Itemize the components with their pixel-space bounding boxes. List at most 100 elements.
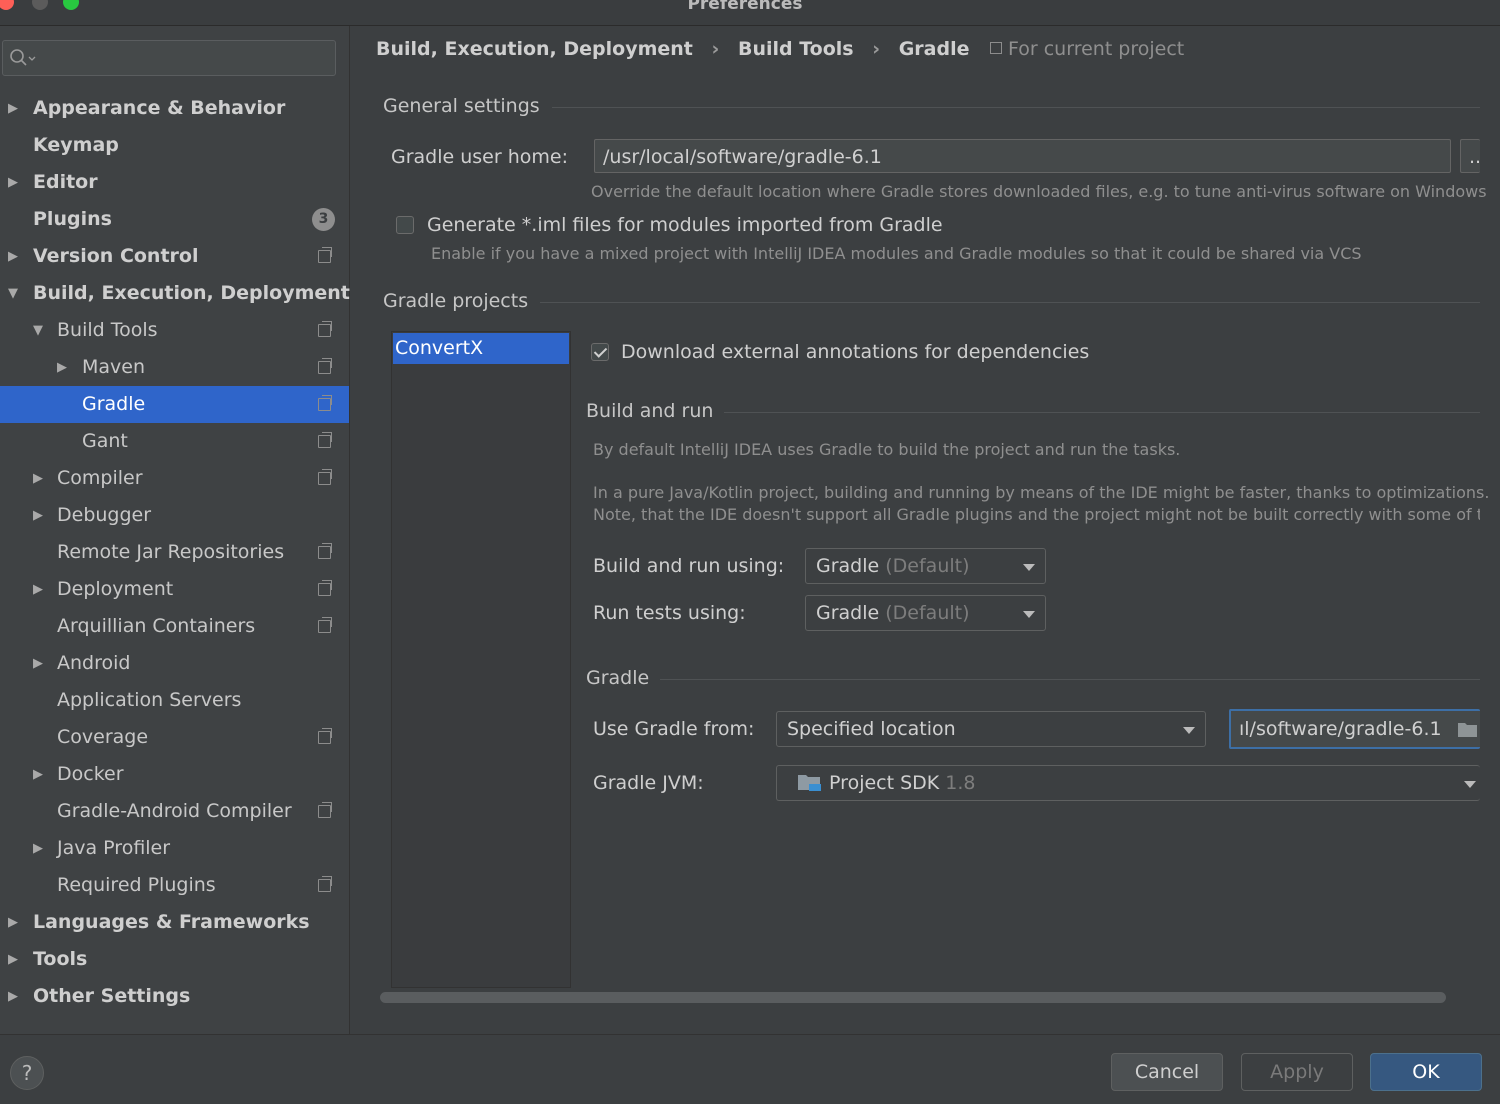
project-scope-icon xyxy=(318,321,332,337)
sidebar-item[interactable]: ▶ Maven xyxy=(0,349,349,386)
sidebar-item[interactable]: ▶ Docker xyxy=(0,756,349,793)
sidebar-item-label: Android xyxy=(57,652,131,674)
sidebar-item[interactable]: ▶ Debugger xyxy=(0,497,349,534)
sidebar-item[interactable]: ▶ Compiler xyxy=(0,460,349,497)
chevron-right-icon[interactable]: ▶ xyxy=(33,645,43,682)
sidebar-item-label: Deployment xyxy=(57,578,174,600)
general-settings-title: General settings xyxy=(383,95,540,117)
gradle-home-hint: Override the default location where Grad… xyxy=(591,182,1487,201)
breadcrumb-item: Gradle xyxy=(898,38,970,60)
sidebar-item[interactable]: Plugins 3 xyxy=(0,201,349,238)
download-annotations-label: Download external annotations for depend… xyxy=(621,341,1090,363)
sidebar-item-label: Debugger xyxy=(57,504,152,526)
chevron-down-icon[interactable]: ▼ xyxy=(8,275,18,312)
cancel-button[interactable]: Cancel xyxy=(1111,1053,1223,1091)
sidebar-item[interactable]: ▶ Android xyxy=(0,645,349,682)
chevron-right-icon[interactable]: ▶ xyxy=(33,571,43,608)
build-run-using-value: Gradle xyxy=(816,555,880,577)
chevron-right-icon[interactable]: ▶ xyxy=(33,756,43,793)
ok-button[interactable]: OK xyxy=(1370,1053,1482,1091)
sidebar-item[interactable]: ▶ Tools xyxy=(0,941,349,978)
project-scope-icon xyxy=(990,42,1002,54)
sidebar-item-label: Tools xyxy=(33,948,88,970)
sidebar-item[interactable]: Keymap xyxy=(0,127,349,164)
sidebar-item-label: Remote Jar Repositories xyxy=(57,541,285,563)
sidebar-item[interactable]: ▶ Other Settings xyxy=(0,978,349,1015)
sidebar-item[interactable]: ▶ Appearance & Behavior xyxy=(0,90,349,127)
sidebar-item[interactable]: ▶ Version Control xyxy=(0,238,349,275)
sidebar-item[interactable]: Gant xyxy=(0,423,349,460)
project-scope-icon xyxy=(318,876,332,892)
build-run-hint-clip: Note, that the IDE doesn't support all G… xyxy=(593,505,1480,529)
sidebar-item-label: Version Control xyxy=(33,245,199,267)
download-annotations-checkbox[interactable] xyxy=(591,343,609,361)
update-count-badge: 3 xyxy=(312,208,335,231)
folder-icon[interactable] xyxy=(1457,720,1479,738)
sidebar-item[interactable]: Required Plugins xyxy=(0,867,349,904)
sidebar-item-label: Gradle xyxy=(82,393,146,415)
breadcrumb-separator: › xyxy=(872,38,881,60)
build-run-hint: In a pure Java/Kotlin project, building … xyxy=(593,483,1490,502)
sidebar-item[interactable]: Arquillian Containers xyxy=(0,608,349,645)
project-scope-icon xyxy=(318,802,332,818)
chevron-right-icon[interactable]: ▶ xyxy=(33,830,43,867)
chevron-right-icon[interactable]: ▶ xyxy=(8,904,18,941)
project-scope-icon xyxy=(318,358,332,374)
horizontal-scrollbar[interactable] xyxy=(380,992,1446,1003)
gradle-jvm-label: Gradle JVM: xyxy=(593,772,704,794)
chevron-right-icon[interactable]: ▶ xyxy=(33,497,43,534)
default-suffix: (Default) xyxy=(885,602,970,624)
chevron-right-icon[interactable]: ▶ xyxy=(8,941,18,978)
search-icon xyxy=(10,49,36,66)
breadcrumb-item[interactable]: Build Tools xyxy=(738,38,854,60)
run-tests-using-value: Gradle xyxy=(816,602,880,624)
breadcrumb-separator: › xyxy=(711,38,720,60)
build-run-using-label: Build and run using: xyxy=(593,555,785,577)
chevron-right-icon[interactable]: ▶ xyxy=(8,238,18,275)
sidebar-item[interactable]: ▶ Languages & Frameworks xyxy=(0,904,349,941)
help-button[interactable]: ? xyxy=(10,1056,44,1090)
chevron-right-icon[interactable]: ▶ xyxy=(33,460,43,497)
sidebar-item[interactable]: Coverage xyxy=(0,719,349,756)
sidebar-item[interactable]: ▼ Build Tools xyxy=(0,312,349,349)
sidebar-item-label: Keymap xyxy=(33,134,119,156)
sidebar-item[interactable]: ▶ Editor xyxy=(0,164,349,201)
sidebar-item[interactable]: ▼ Build, Execution, Deployment xyxy=(0,275,350,312)
section-divider xyxy=(552,107,1480,108)
sidebar-item-label: Editor xyxy=(33,171,98,193)
sidebar-item[interactable]: ▶ Deployment xyxy=(0,571,349,608)
build-and-run-title: Build and run xyxy=(586,400,714,422)
sidebar-item[interactable]: ▶ Java Profiler xyxy=(0,830,349,867)
chevron-right-icon[interactable]: ▶ xyxy=(57,349,67,386)
sidebar-item-label: Plugins xyxy=(33,208,112,230)
build-run-hint: Note, that the IDE doesn't support all G… xyxy=(593,505,1480,524)
project-scope-icon xyxy=(318,543,332,559)
generate-iml-hint: Enable if you have a mixed project with … xyxy=(431,244,1362,263)
gradle-user-home-label: Gradle user home: xyxy=(391,146,568,168)
settings-search-input[interactable] xyxy=(2,40,336,76)
use-gradle-from-label: Use Gradle from: xyxy=(593,718,755,740)
sidebar-item[interactable]: Remote Jar Repositories xyxy=(0,534,349,571)
gradle-jvm-select[interactable]: Project SDK 1.8 xyxy=(776,765,1480,801)
sdk-folder-icon xyxy=(798,775,821,791)
scope-label: For current project xyxy=(990,38,1184,60)
sidebar-item[interactable]: Gradle-Android Compiler xyxy=(0,793,349,830)
apply-button[interactable]: Apply xyxy=(1241,1053,1353,1091)
chevron-right-icon[interactable]: ▶ xyxy=(8,164,18,201)
breadcrumb-item[interactable]: Build, Execution, Deployment xyxy=(376,38,693,60)
chevron-right-icon[interactable]: ▶ xyxy=(8,90,18,127)
sidebar-item[interactable]: Application Servers xyxy=(0,682,349,719)
build-run-using-select[interactable]: Gradle (Default) xyxy=(805,548,1046,584)
browse-button[interactable]: .. xyxy=(1460,139,1480,173)
project-list-item[interactable]: ConvertX xyxy=(393,333,569,364)
chevron-right-icon[interactable]: ▶ xyxy=(8,978,18,1015)
gradle-location-input[interactable]: ıl/software/gradle-6.1 xyxy=(1229,709,1480,749)
gradle-user-home-input[interactable]: /usr/local/software/gradle-6.1 xyxy=(594,139,1451,173)
generate-iml-label: Generate *.iml files for modules importe… xyxy=(427,214,943,236)
section-divider xyxy=(724,412,1480,413)
generate-iml-checkbox[interactable] xyxy=(396,216,414,234)
run-tests-using-select[interactable]: Gradle (Default) xyxy=(805,595,1046,631)
sidebar-item[interactable]: Gradle xyxy=(0,386,349,423)
chevron-down-icon[interactable]: ▼ xyxy=(33,312,43,349)
use-gradle-from-select[interactable]: Specified location xyxy=(776,711,1206,747)
